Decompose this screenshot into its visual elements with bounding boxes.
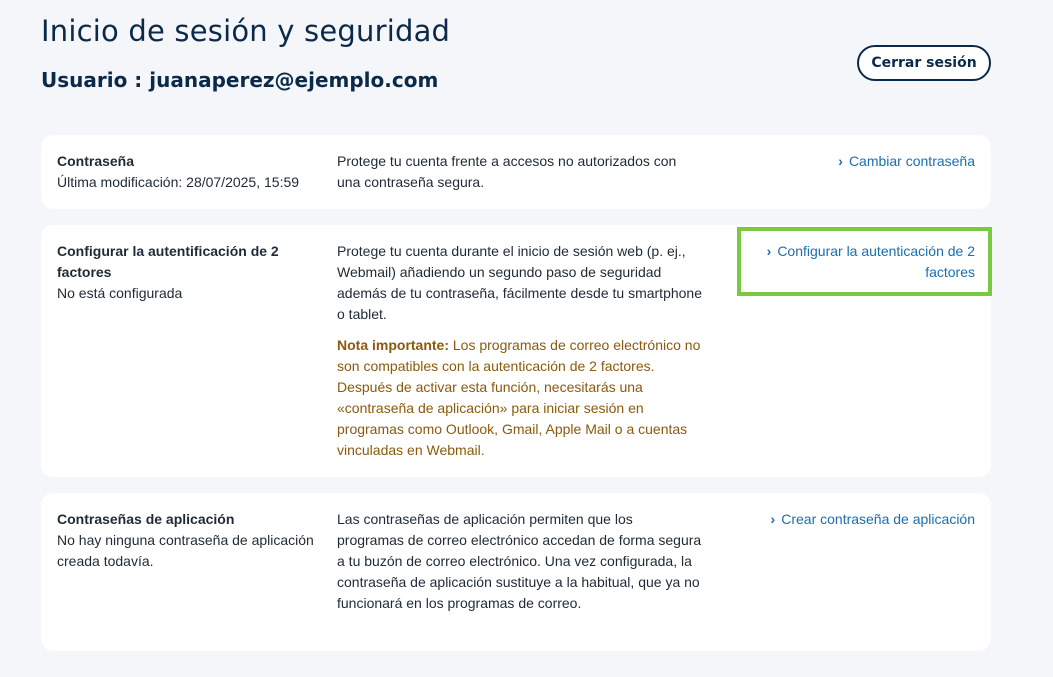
note-label: Nota importante: (337, 337, 449, 353)
chevron-right-icon: › (838, 153, 843, 169)
password-status: Última modificación: 28/07/2025, 15:59 (57, 174, 300, 190)
chevron-right-icon: › (766, 243, 772, 259)
password-card: Contraseña Última modificación: 28/07/20… (41, 135, 991, 209)
page-title: Inicio de sesión y seguridad (41, 14, 451, 48)
two-factor-status: No está configurada (57, 285, 183, 301)
security-page: Inicio de sesión y seguridad Usuario : j… (0, 0, 1053, 677)
two-factor-label: Configurar la autentificación de 2 facto… (57, 243, 279, 280)
app-passwords-label: Contraseñas de aplicación (57, 511, 235, 527)
create-app-password-link[interactable]: › Crear contraseña de aplicación (745, 509, 975, 530)
configure-two-factor-link[interactable]: › Configurar la autenticación de 2 factor… (745, 241, 975, 283)
app-passwords-label-column: Contraseñas de aplicación No hay ninguna… (57, 509, 322, 572)
logout-button[interactable]: Cerrar sesión (857, 45, 991, 81)
two-factor-description-column: Protege tu cuenta durante el inicio de s… (337, 241, 702, 461)
password-description: Protege tu cuenta frente a accesos no au… (337, 153, 677, 190)
create-app-password-link-label: Crear contraseña de aplicación (781, 511, 975, 527)
user-email-line: Usuario : juanaperez@ejemplo.com (41, 68, 439, 92)
configure-two-factor-link-label: Configurar la autenticación de 2 factore… (777, 243, 975, 280)
chevron-right-icon: › (770, 511, 776, 527)
change-password-link-label: Cambiar contraseña (848, 153, 975, 169)
note-text: Los programas de correo electrónico no s… (337, 337, 701, 458)
password-label: Contraseña (57, 153, 135, 169)
app-passwords-status: No hay ninguna contraseña de aplicación … (57, 532, 314, 569)
password-label-column: Contraseña Última modificación: 28/07/20… (57, 151, 322, 193)
app-passwords-card: Contraseñas de aplicación No hay ninguna… (41, 493, 991, 651)
two-factor-note: Nota importante: Los programas de correo… (337, 335, 702, 461)
two-factor-label-column: Configurar la autentificación de 2 facto… (57, 241, 322, 304)
app-passwords-description: Las contraseñas de aplicación permiten q… (337, 511, 702, 611)
two-factor-card: Configurar la autentificación de 2 facto… (41, 225, 991, 477)
two-factor-description: Protege tu cuenta durante el inicio de s… (337, 243, 702, 322)
change-password-link[interactable]: › Cambiar contraseña (745, 151, 975, 172)
